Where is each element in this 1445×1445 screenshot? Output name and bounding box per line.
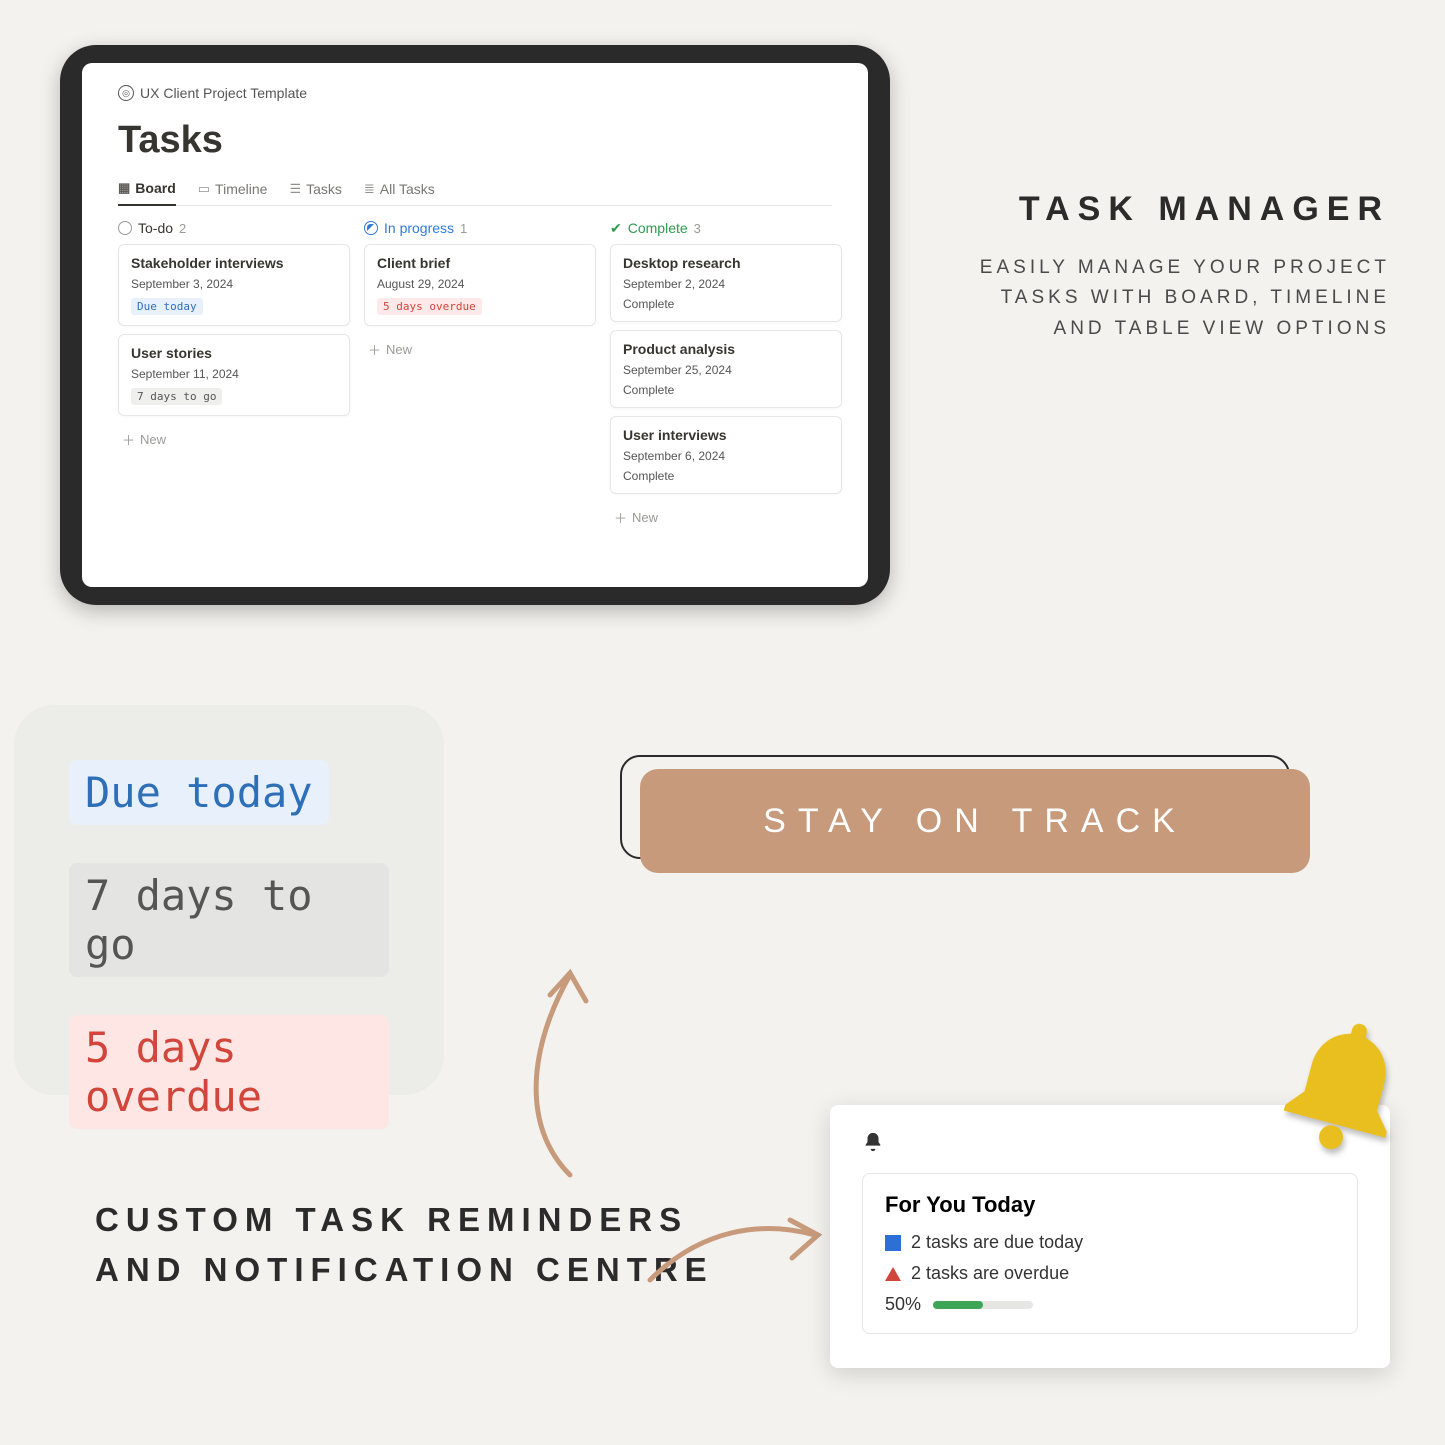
- card-title: Client brief: [377, 255, 583, 271]
- notif-row-overdue: 2 tasks are overdue: [885, 1263, 1335, 1284]
- column-todo-header[interactable]: To-do 2: [118, 220, 350, 236]
- plus-icon: ＋: [368, 340, 381, 359]
- tab-all-tasks[interactable]: ≣ All Tasks: [364, 180, 435, 205]
- progress-label: 50%: [885, 1294, 921, 1315]
- notif-overdue-text: 2 tasks are overdue: [911, 1263, 1069, 1284]
- progress-bar-fill: [933, 1301, 983, 1309]
- column-todo-label: To-do: [138, 220, 173, 236]
- status-progress-icon: [364, 221, 378, 235]
- plus-icon: ＋: [122, 430, 135, 449]
- new-card-button[interactable]: ＋ New: [118, 424, 350, 455]
- triangle-red-icon: [885, 1267, 901, 1281]
- progress-row: 50%: [885, 1294, 1335, 1315]
- tab-timeline[interactable]: ▭ Timeline: [198, 180, 268, 205]
- column-progress-count: 1: [460, 221, 467, 236]
- kanban-board: To-do 2 Stakeholder interviews September…: [118, 220, 832, 533]
- overdue-pill: 5 days overdue: [69, 1015, 389, 1129]
- card-date: September 11, 2024: [131, 367, 337, 381]
- card-date: August 29, 2024: [377, 277, 583, 291]
- column-progress-label: In progress: [384, 220, 454, 236]
- view-tabs: ▦ Board ▭ Timeline ☰ Tasks ≣ All Tasks: [118, 180, 832, 206]
- pills-showcase: Due today 7 days to go 5 days overdue: [14, 705, 444, 1095]
- card-date: September 2, 2024: [623, 277, 829, 291]
- card-title: User stories: [131, 345, 337, 361]
- notif-row-due: 2 tasks are due today: [885, 1232, 1335, 1253]
- new-label: New: [386, 342, 412, 357]
- task-card[interactable]: Client brief August 29, 2024 5 days over…: [364, 244, 596, 326]
- tasks-icon: ☰: [289, 181, 301, 197]
- card-date: September 6, 2024: [623, 449, 829, 463]
- target-icon: ◎: [118, 85, 134, 101]
- task-card[interactable]: Stakeholder interviews September 3, 2024…: [118, 244, 350, 326]
- column-progress-header[interactable]: In progress 1: [364, 220, 596, 236]
- column-complete-header[interactable]: ✔ Complete 3: [610, 220, 842, 236]
- promo-title: TASK MANAGER: [970, 190, 1390, 229]
- card-title: User interviews: [623, 427, 829, 443]
- new-label: New: [140, 432, 166, 447]
- tablet-frame: ◎ UX Client Project Template Tasks ▦ Boa…: [60, 45, 890, 605]
- tab-board[interactable]: ▦ Board: [118, 180, 176, 206]
- breadcrumb-text: UX Client Project Template: [140, 85, 307, 101]
- days-pill: 7 days to go: [131, 388, 222, 405]
- task-card[interactable]: User stories September 11, 2024 7 days t…: [118, 334, 350, 416]
- card-title: Desktop research: [623, 255, 829, 271]
- list-icon: ≣: [364, 181, 375, 197]
- tab-timeline-label: Timeline: [215, 181, 267, 197]
- breadcrumb[interactable]: ◎ UX Client Project Template: [118, 85, 832, 101]
- notif-title: For You Today: [885, 1192, 1335, 1218]
- column-in-progress: In progress 1 Client brief August 29, 20…: [364, 220, 596, 533]
- arrow-right-icon: [640, 1190, 830, 1300]
- status-complete-icon: ✔: [610, 221, 622, 235]
- for-you-today-card[interactable]: For You Today 2 tasks are due today 2 ta…: [862, 1173, 1358, 1334]
- card-status: Complete: [623, 383, 829, 397]
- column-todo: To-do 2 Stakeholder interviews September…: [118, 220, 350, 533]
- days-to-go-pill: 7 days to go: [69, 863, 389, 977]
- stay-on-track-button[interactable]: STAY ON TRACK: [640, 769, 1310, 873]
- promo-block: TASK MANAGER EASILY MANAGE YOUR PROJECT …: [970, 190, 1390, 344]
- task-card[interactable]: Desktop research September 2, 2024 Compl…: [610, 244, 842, 322]
- card-title: Stakeholder interviews: [131, 255, 337, 271]
- due-today-pill: Due today: [69, 760, 329, 825]
- new-card-button[interactable]: ＋ New: [364, 334, 596, 365]
- board-icon: ▦: [118, 180, 130, 196]
- card-status: Complete: [623, 297, 829, 311]
- card-date: September 25, 2024: [623, 363, 829, 377]
- square-blue-icon: [885, 1235, 901, 1251]
- notif-due-text: 2 tasks are due today: [911, 1232, 1083, 1253]
- card-title: Product analysis: [623, 341, 829, 357]
- new-label: New: [632, 510, 658, 525]
- arrow-up-icon: [480, 955, 620, 1185]
- column-todo-count: 2: [179, 221, 186, 236]
- task-card[interactable]: Product analysis September 25, 2024 Comp…: [610, 330, 842, 408]
- card-status: Complete: [623, 469, 829, 483]
- cta-wrap: STAY ON TRACK: [620, 755, 1310, 875]
- status-todo-icon: [118, 221, 132, 235]
- app-screen: ◎ UX Client Project Template Tasks ▦ Boa…: [82, 63, 868, 587]
- tab-tasks-label: Tasks: [306, 181, 342, 197]
- page-title: Tasks: [118, 119, 832, 162]
- cta-label: STAY ON TRACK: [763, 802, 1187, 841]
- overdue-pill: 5 days overdue: [377, 298, 482, 315]
- tab-board-label: Board: [135, 180, 175, 196]
- tab-all-tasks-label: All Tasks: [380, 181, 435, 197]
- column-complete-label: Complete: [628, 220, 688, 236]
- tab-tasks[interactable]: ☰ Tasks: [289, 180, 341, 205]
- column-complete-count: 3: [694, 221, 701, 236]
- task-card[interactable]: User interviews September 6, 2024 Comple…: [610, 416, 842, 494]
- column-complete: ✔ Complete 3 Desktop research September …: [610, 220, 842, 533]
- feature-caption: CUSTOM TASK REMINDERS AND NOTIFICATION C…: [95, 1195, 735, 1294]
- promo-subtitle: EASILY MANAGE YOUR PROJECT TASKS WITH BO…: [970, 253, 1390, 344]
- new-card-button[interactable]: ＋ New: [610, 502, 842, 533]
- timeline-icon: ▭: [198, 181, 210, 197]
- plus-icon: ＋: [614, 508, 627, 527]
- progress-bar: [933, 1301, 1033, 1309]
- card-date: September 3, 2024: [131, 277, 337, 291]
- due-pill: Due today: [131, 298, 203, 315]
